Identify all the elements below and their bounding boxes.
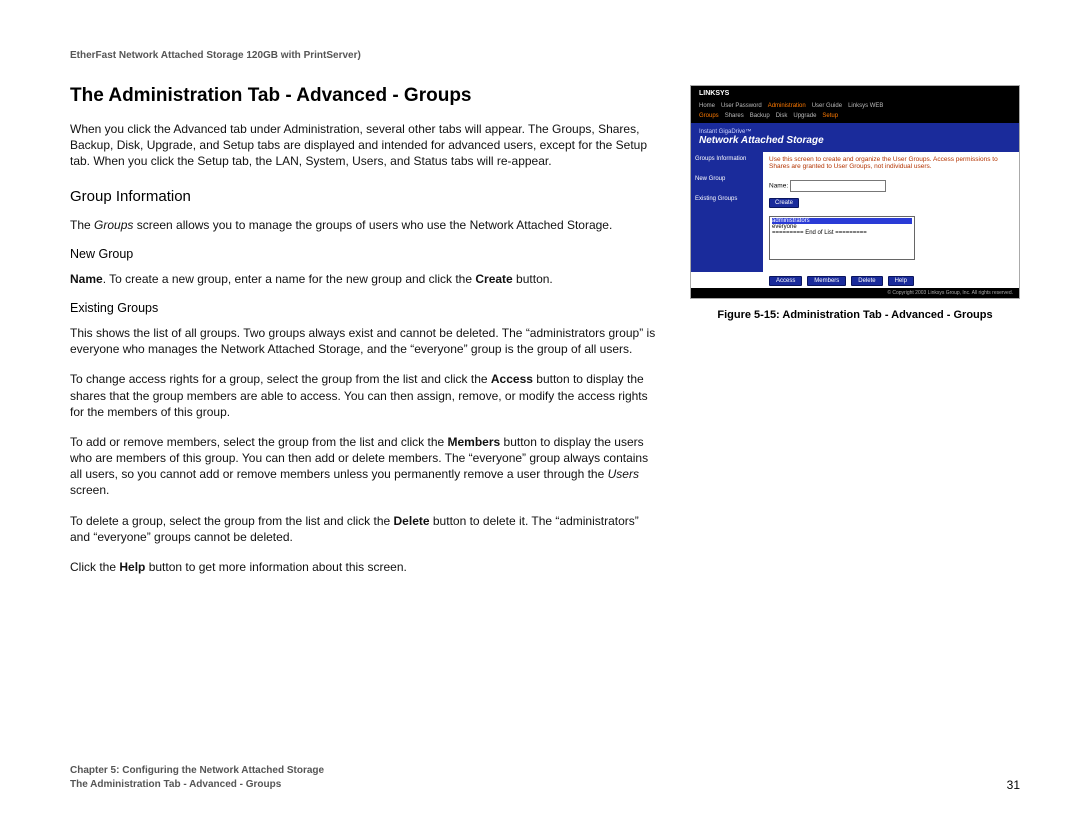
- figure-sidebar: Groups Information New Group Existing Gr…: [691, 152, 763, 272]
- text: To add or remove members, select the gro…: [70, 435, 448, 449]
- tab-linksys-web: Linksys WEB: [848, 103, 883, 109]
- help-paragraph: Click the Help button to get more inform…: [70, 559, 660, 575]
- existing-paragraph-4: To delete a group, select the group from…: [70, 513, 660, 545]
- figure-sub-tabs: Groups Shares Backup Disk Upgrade Setup: [691, 111, 1019, 123]
- figure-top-tabs: Home User Password Administration User G…: [691, 101, 1019, 111]
- tab-user-guide: User Guide: [812, 103, 842, 109]
- figure-column: LINKSYS Home User Password Administratio…: [690, 85, 1020, 321]
- text: button to get more information about thi…: [145, 560, 406, 574]
- figure-help-button: Help: [888, 276, 914, 286]
- figure-members-button: Members: [807, 276, 846, 286]
- subtab-shares: Shares: [725, 113, 744, 119]
- text: button.: [513, 272, 553, 286]
- hero-big: Network Attached Storage: [699, 135, 1011, 146]
- list-item-end: ========= End of List =========: [772, 230, 912, 236]
- subsection-new-group: New Group: [70, 247, 660, 261]
- groups-italic: Groups: [94, 218, 133, 232]
- subtab-groups: Groups: [699, 113, 719, 119]
- product-header: EtherFast Network Attached Storage 120GB…: [70, 50, 1020, 61]
- name-bold: Name: [70, 272, 103, 286]
- group-info-paragraph: The Groups screen allows you to manage t…: [70, 217, 660, 233]
- main-column: The Administration Tab - Advanced - Grou…: [70, 85, 660, 589]
- tab-administration: Administration: [768, 103, 806, 109]
- subtab-disk: Disk: [776, 113, 788, 119]
- footer-sub: The Administration Tab - Advanced - Grou…: [70, 778, 324, 792]
- text: screen allows you to manage the groups o…: [133, 218, 612, 232]
- users-italic: Users: [608, 467, 639, 481]
- figure-name-input: [790, 180, 886, 192]
- sidebar-new-group: New Group: [695, 176, 759, 182]
- text: . To create a new group, enter a name fo…: [103, 272, 476, 286]
- figure-name-label: Name:: [769, 183, 788, 190]
- delete-bold: Delete: [394, 514, 430, 528]
- figure-main: Use this screen to create and organize t…: [763, 152, 1019, 272]
- page-number: 31: [1007, 778, 1020, 792]
- tab-user-password: User Password: [721, 103, 762, 109]
- text: Click the: [70, 560, 119, 574]
- figure-hint-text: Use this screen to create and organize t…: [769, 156, 1013, 170]
- create-bold: Create: [475, 272, 512, 286]
- figure-brand: LINKSYS: [699, 90, 729, 97]
- figure-bottom-buttons: Access Members Delete Help: [691, 272, 1019, 288]
- subtab-setup: Setup: [822, 113, 838, 119]
- subtab-upgrade: Upgrade: [793, 113, 816, 119]
- text: The: [70, 218, 94, 232]
- figure-caption: Figure 5-15: Administration Tab - Advanc…: [690, 309, 1020, 321]
- members-bold: Members: [448, 435, 501, 449]
- existing-paragraph-3: To add or remove members, select the gro…: [70, 434, 660, 499]
- access-bold: Access: [491, 372, 533, 386]
- existing-paragraph-1: This shows the list of all groups. Two g…: [70, 325, 660, 357]
- figure-listbox: administrators everyone ========= End of…: [769, 216, 915, 260]
- figure-hero: Instant GigaDrive™ Network Attached Stor…: [691, 123, 1019, 152]
- subsection-existing-groups: Existing Groups: [70, 301, 660, 315]
- text: To change access rights for a group, sel…: [70, 372, 491, 386]
- figure-screenshot: LINKSYS Home User Password Administratio…: [690, 85, 1020, 299]
- sidebar-groups-information: Groups Information: [695, 156, 759, 162]
- figure-access-button: Access: [769, 276, 802, 286]
- text: screen.: [70, 483, 109, 497]
- page-footer: Chapter 5: Configuring the Network Attac…: [70, 764, 1020, 792]
- page-title: The Administration Tab - Advanced - Grou…: [70, 85, 660, 107]
- sidebar-existing-groups: Existing Groups: [695, 196, 759, 202]
- new-group-paragraph: Name. To create a new group, enter a nam…: [70, 271, 660, 287]
- tab-home: Home: [699, 103, 715, 109]
- help-bold: Help: [119, 560, 145, 574]
- intro-paragraph: When you click the Advanced tab under Ad…: [70, 121, 660, 170]
- figure-delete-button: Delete: [851, 276, 882, 286]
- existing-paragraph-2: To change access rights for a group, sel…: [70, 371, 660, 420]
- footer-chapter: Chapter 5: Configuring the Network Attac…: [70, 764, 324, 778]
- section-group-info: Group Information: [70, 188, 660, 205]
- figure-create-button: Create: [769, 198, 799, 208]
- text: To delete a group, select the group from…: [70, 514, 394, 528]
- subtab-backup: Backup: [750, 113, 770, 119]
- figure-copyright: © Copyright 2003 Linksys Group, Inc. All…: [691, 288, 1019, 298]
